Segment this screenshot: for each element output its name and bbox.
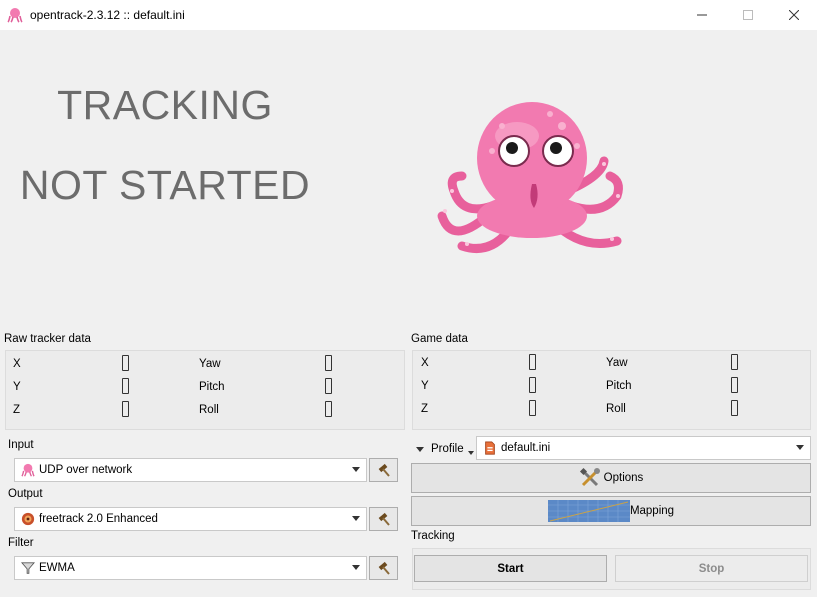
raw-pitch-value bbox=[325, 378, 332, 394]
hammer-icon bbox=[378, 512, 390, 526]
raw-z-value bbox=[122, 401, 129, 417]
chevron-down-icon bbox=[352, 565, 360, 570]
udp-octopus-icon bbox=[21, 463, 35, 477]
game-data-panel: X Y Z Yaw Pitch Roll bbox=[412, 350, 811, 430]
game-pitch-label: Pitch bbox=[606, 380, 632, 392]
maximize-icon bbox=[743, 10, 753, 20]
curve-graph-icon bbox=[547, 500, 630, 522]
hammer-icon bbox=[378, 561, 390, 575]
raw-pitch-label: Pitch bbox=[199, 381, 225, 393]
profile-select[interactable]: default.ini bbox=[476, 436, 811, 460]
raw-roll-label: Roll bbox=[199, 404, 219, 416]
raw-z-label: Z bbox=[13, 404, 21, 416]
tracking-status-line1: TRACKING bbox=[57, 82, 273, 128]
input-settings-button[interactable] bbox=[369, 458, 398, 482]
options-button[interactable]: Options bbox=[411, 463, 811, 493]
game-x-label: X bbox=[421, 357, 429, 369]
freetrack-icon bbox=[21, 512, 35, 526]
output-label: Output bbox=[8, 488, 43, 500]
profile-label: Profile bbox=[431, 443, 464, 455]
raw-roll-value bbox=[325, 401, 332, 417]
tracking-label: Tracking bbox=[411, 530, 455, 542]
game-x-value bbox=[529, 354, 536, 370]
funnel-icon bbox=[21, 562, 35, 574]
close-icon bbox=[789, 10, 799, 20]
maximize-button bbox=[725, 0, 771, 30]
chevron-down-icon bbox=[796, 445, 804, 450]
title-bar: opentrack-2.3.12 :: default.ini bbox=[0, 0, 817, 30]
raw-yaw-label: Yaw bbox=[199, 358, 221, 370]
output-select[interactable]: freetrack 2.0 Enhanced bbox=[14, 507, 367, 531]
tracking-status-line2: NOT STARTED bbox=[19, 162, 311, 208]
profile-select-value: default.ini bbox=[501, 442, 551, 454]
raw-tracker-label: Raw tracker data bbox=[4, 333, 91, 345]
ini-file-icon bbox=[485, 441, 495, 455]
profile-menu-button[interactable]: Profile bbox=[416, 438, 474, 460]
output-select-value: freetrack 2.0 Enhanced bbox=[39, 513, 158, 525]
start-button[interactable]: Start bbox=[414, 555, 607, 582]
raw-tracker-panel: X Y Z Yaw Pitch Roll bbox=[5, 350, 405, 430]
raw-x-label: X bbox=[13, 358, 21, 370]
raw-yaw-value bbox=[325, 355, 332, 371]
game-yaw-label: Yaw bbox=[606, 357, 628, 369]
game-roll-label: Roll bbox=[606, 403, 626, 415]
mapping-button-label: Mapping bbox=[629, 505, 675, 517]
window-title: opentrack-2.3.12 :: default.ini bbox=[30, 8, 185, 22]
octopus-logo bbox=[437, 102, 623, 253]
tools-icon bbox=[579, 467, 600, 487]
game-pitch-value bbox=[731, 377, 738, 393]
chevron-down-icon bbox=[352, 467, 360, 472]
filter-select[interactable]: EWMA bbox=[14, 556, 367, 580]
filter-select-value: EWMA bbox=[39, 562, 75, 574]
triangle-down-icon bbox=[416, 446, 424, 452]
input-select[interactable]: UDP over network bbox=[14, 458, 367, 482]
minimize-button[interactable] bbox=[679, 0, 725, 30]
hammer-icon bbox=[378, 463, 390, 477]
game-yaw-value bbox=[731, 354, 738, 370]
game-roll-value bbox=[731, 400, 738, 416]
raw-x-value bbox=[122, 355, 129, 371]
input-label: Input bbox=[8, 439, 34, 451]
close-button[interactable] bbox=[771, 0, 817, 30]
filter-label: Filter bbox=[8, 537, 34, 549]
options-button-label: Options bbox=[603, 472, 644, 484]
raw-y-label: Y bbox=[13, 381, 21, 393]
stop-button: Stop bbox=[615, 555, 808, 582]
output-settings-button[interactable] bbox=[369, 507, 398, 531]
minimize-icon bbox=[697, 14, 707, 16]
game-z-label: Z bbox=[421, 403, 429, 415]
game-data-label: Game data bbox=[411, 333, 468, 345]
menu-indicator-icon bbox=[467, 451, 474, 455]
game-y-label: Y bbox=[421, 380, 429, 392]
input-select-value: UDP over network bbox=[39, 464, 133, 476]
filter-settings-button[interactable] bbox=[369, 556, 398, 580]
mapping-button[interactable]: Mapping bbox=[411, 496, 811, 526]
app-octopus-icon bbox=[7, 8, 23, 23]
raw-y-value bbox=[122, 378, 129, 394]
chevron-down-icon bbox=[352, 516, 360, 521]
game-z-value bbox=[529, 400, 536, 416]
game-y-value bbox=[529, 377, 536, 393]
